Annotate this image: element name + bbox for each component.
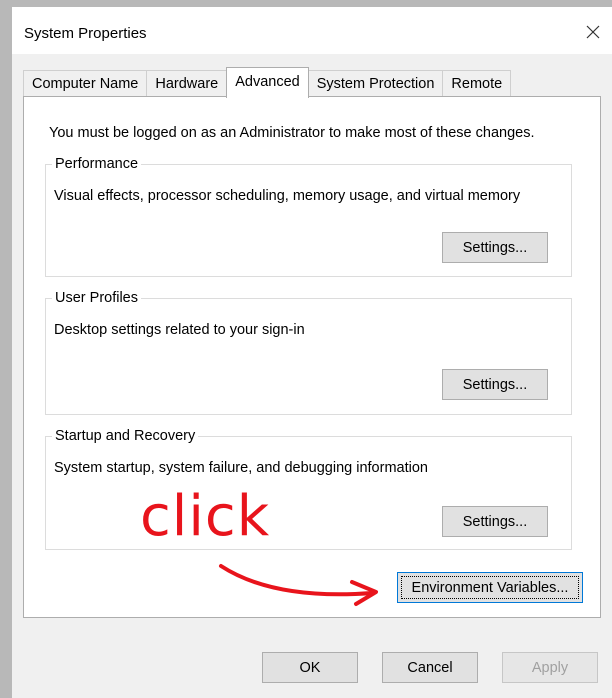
cancel-button[interactable]: Cancel [382, 652, 478, 683]
environment-variables-button[interactable]: Environment Variables... [397, 572, 583, 603]
tab-system-protection[interactable]: System Protection [307, 70, 444, 97]
performance-group: Performance Visual effects, processor sc… [45, 155, 572, 277]
startup-recovery-settings-button[interactable]: Settings... [442, 506, 548, 537]
click-annotation-text: click [140, 484, 271, 549]
advanced-tab-panel: You must be logged on as an Administrato… [23, 96, 601, 618]
apply-button: Apply [502, 652, 598, 683]
performance-label: Performance [52, 155, 142, 173]
user-profiles-group: User Profiles Desktop settings related t… [45, 289, 572, 415]
title-bar: System Properties [12, 7, 612, 54]
startup-recovery-label: Startup and Recovery [52, 427, 199, 445]
tab-hardware[interactable]: Hardware [146, 70, 228, 97]
admin-note: You must be logged on as an Administrato… [49, 125, 535, 141]
user-profiles-label: User Profiles [52, 289, 141, 307]
tab-remote[interactable]: Remote [442, 70, 512, 97]
close-button[interactable] [578, 17, 608, 47]
user-profiles-description: Desktop settings related to your sign-in [54, 322, 305, 338]
close-icon [586, 25, 600, 39]
tab-strip: Computer Name Hardware Advanced System P… [23, 66, 512, 98]
user-profiles-settings-button[interactable]: Settings... [442, 369, 548, 400]
window-title: System Properties [24, 25, 147, 42]
performance-description: Visual effects, processor scheduling, me… [54, 188, 521, 204]
tab-computer-name[interactable]: Computer Name [23, 70, 148, 97]
performance-settings-button[interactable]: Settings... [442, 232, 548, 263]
startup-recovery-group: Startup and Recovery System startup, sys… [45, 427, 572, 550]
ok-button[interactable]: OK [262, 652, 358, 683]
startup-recovery-description: System startup, system failure, and debu… [54, 460, 428, 476]
tab-advanced[interactable]: Advanced [226, 67, 309, 98]
